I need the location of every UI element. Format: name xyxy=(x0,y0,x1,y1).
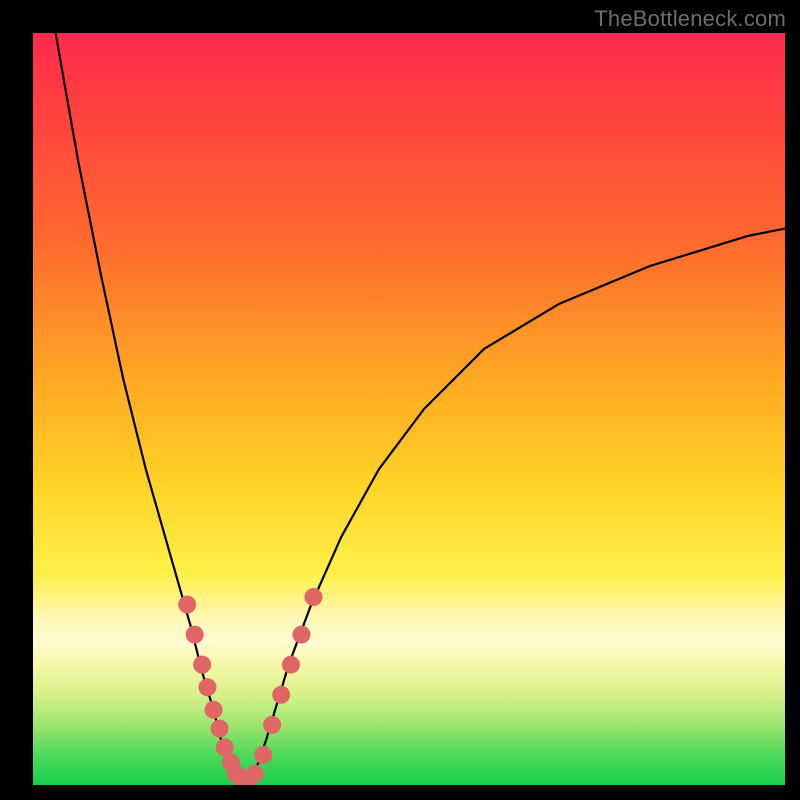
data-point xyxy=(254,746,272,764)
data-point xyxy=(186,626,204,644)
data-point xyxy=(211,720,229,738)
curve-left-branch xyxy=(56,33,244,785)
plot-area xyxy=(33,33,785,785)
watermark-text: TheBottleneck.com xyxy=(594,6,786,32)
data-point xyxy=(193,656,211,674)
data-point xyxy=(178,596,196,614)
data-point xyxy=(263,716,281,734)
data-point xyxy=(292,626,310,644)
curve-right-branch xyxy=(244,229,785,785)
data-point xyxy=(282,656,300,674)
data-markers xyxy=(178,588,322,785)
data-point xyxy=(198,678,216,696)
data-point xyxy=(204,701,222,719)
bottleneck-curve xyxy=(56,33,785,785)
data-point xyxy=(305,588,323,606)
chart-svg xyxy=(33,33,785,785)
chart-frame: TheBottleneck.com xyxy=(0,0,800,800)
data-point xyxy=(272,686,290,704)
data-point xyxy=(246,765,264,783)
